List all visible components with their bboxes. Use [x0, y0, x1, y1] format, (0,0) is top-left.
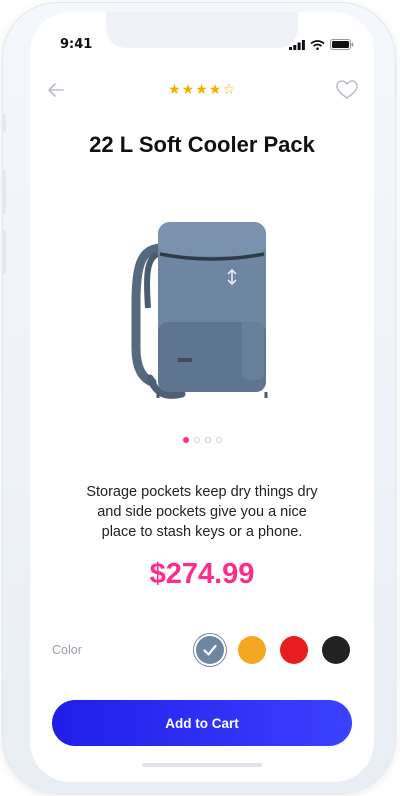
color-swatch-orange[interactable]	[238, 636, 266, 664]
signal-icon	[289, 39, 305, 50]
notch	[106, 12, 298, 48]
check-icon	[203, 644, 217, 656]
color-swatch-red[interactable]	[280, 636, 308, 664]
status-icons	[289, 39, 354, 50]
description-line: Storage pockets keep dry things dry	[86, 484, 318, 500]
description-line: place to stash keys or a phone.	[101, 524, 303, 540]
carousel-dot[interactable]	[204, 437, 211, 443]
phone-frame: 9:41 ★★★★☆ 22 L Soft Cooler Pack Storage…	[2, 2, 396, 794]
product-image-backpack[interactable]	[122, 208, 282, 408]
volume-down-button	[2, 230, 6, 274]
image-carousel-dots	[30, 437, 374, 443]
battery-icon	[330, 39, 354, 50]
color-swatch-blue[interactable]	[196, 636, 224, 664]
add-to-cart-button[interactable]: Add to Cart	[52, 700, 352, 746]
silent-switch	[2, 114, 6, 132]
home-indicator	[142, 763, 262, 767]
product-price: $274.99	[149, 558, 255, 590]
color-swatches	[196, 636, 350, 664]
heart-icon[interactable]	[336, 80, 358, 100]
product-title: 22 L Soft Cooler Pack	[89, 132, 315, 157]
carousel-dot[interactable]	[182, 437, 189, 443]
volume-up-button	[2, 170, 6, 214]
color-swatch-black[interactable]	[322, 636, 350, 664]
status-time: 9:41	[60, 37, 93, 52]
rating-stars: ★★★★☆	[168, 82, 236, 98]
product-description: Storage pockets keep dry things dry and …	[68, 482, 336, 542]
description-line: and side pockets give you a nice	[97, 504, 307, 520]
color-label: Color	[52, 643, 82, 657]
carousel-dot[interactable]	[193, 437, 200, 443]
app-screen: 9:41 ★★★★☆ 22 L Soft Cooler Pack Storage…	[30, 12, 374, 782]
carousel-dot[interactable]	[215, 437, 222, 443]
top-nav: ★★★★☆	[30, 80, 374, 104]
wifi-icon	[310, 39, 325, 50]
